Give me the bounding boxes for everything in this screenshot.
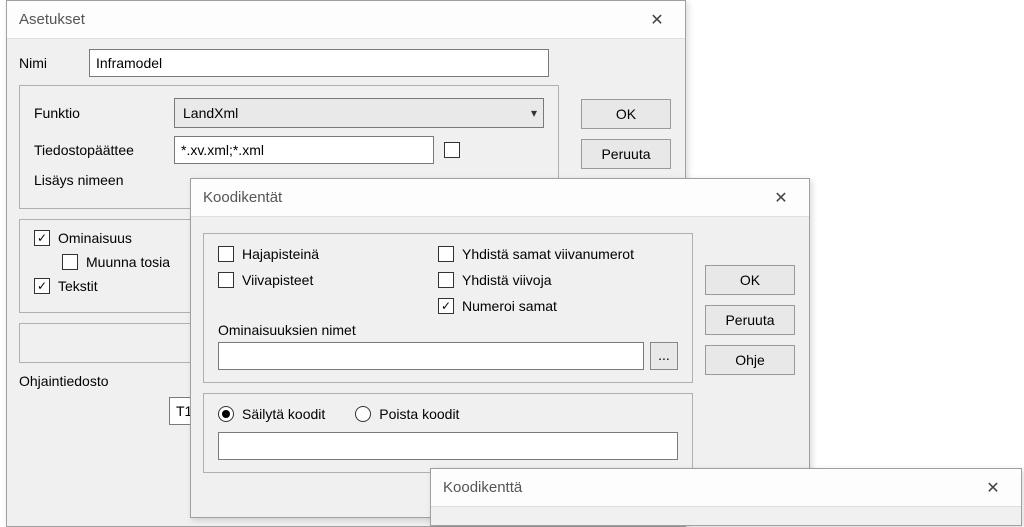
ominaisuuksien-label: Ominaisuuksien nimet bbox=[218, 322, 678, 338]
dialog-title: Koodikenttä bbox=[443, 479, 522, 496]
hajapisteina-checkbox[interactable]: Hajapisteinä bbox=[218, 246, 398, 262]
chevron-down-icon: ▾ bbox=[531, 106, 537, 120]
muunna-label: Muunna tosia bbox=[86, 254, 170, 270]
titlebar: Asetukset ✕ bbox=[7, 1, 685, 39]
titlebar: Koodikentät ✕ bbox=[191, 179, 809, 217]
ominaisuuksien-input[interactable] bbox=[218, 342, 644, 370]
yhdista-viivoja-checkbox[interactable]: Yhdistä viivoja bbox=[438, 272, 634, 288]
cancel-button[interactable]: Peruuta bbox=[705, 305, 795, 335]
ok-button[interactable]: OK bbox=[581, 99, 671, 129]
numeroi-samat-label: Numeroi samat bbox=[462, 298, 557, 314]
poista-radio[interactable]: Poista koodit bbox=[355, 406, 459, 422]
ominaisuus-checkbox[interactable]: ✓ Ominaisuus bbox=[34, 230, 132, 246]
tekstit-label: Tekstit bbox=[58, 278, 98, 294]
addition-label: Lisäys nimeen bbox=[34, 172, 164, 188]
codefield-dialog: Koodikenttä ✕ bbox=[430, 468, 1022, 526]
dialog-title: Asetukset bbox=[19, 11, 85, 28]
function-value: LandXml bbox=[183, 105, 238, 121]
extra-checkbox[interactable] bbox=[444, 142, 460, 158]
poista-label: Poista koodit bbox=[379, 406, 459, 422]
file-ext-input[interactable] bbox=[174, 136, 434, 164]
function-select[interactable]: LandXml ▾ bbox=[174, 98, 544, 128]
dialog-title: Koodikentät bbox=[203, 189, 282, 206]
muunna-checkbox[interactable]: Muunna tosia bbox=[62, 254, 170, 270]
close-icon[interactable]: ✕ bbox=[637, 4, 677, 36]
name-label: Nimi bbox=[19, 55, 79, 71]
ominaisuus-label: Ominaisuus bbox=[58, 230, 132, 246]
browse-button[interactable]: ... bbox=[650, 342, 678, 370]
sailyta-label: Säilytä koodit bbox=[242, 406, 325, 422]
viivapisteet-label: Viivapisteet bbox=[242, 272, 313, 288]
hajapisteina-label: Hajapisteinä bbox=[242, 246, 319, 262]
file-ext-label: Tiedostopäättee bbox=[34, 142, 164, 158]
yhdista-viivoja-label: Yhdistä viivoja bbox=[462, 272, 552, 288]
driverfile-label: Ohjaintiedosto bbox=[19, 373, 149, 389]
tekstit-checkbox[interactable]: ✓ Tekstit bbox=[34, 278, 98, 294]
close-icon[interactable]: ✕ bbox=[973, 472, 1013, 504]
button-column: OK Peruuta Ohje bbox=[705, 265, 795, 375]
cancel-button[interactable]: Peruuta bbox=[581, 139, 671, 169]
ok-button[interactable]: OK bbox=[705, 265, 795, 295]
codefields-dialog: Koodikentät ✕ OK Peruuta Ohje Hajapistei… bbox=[190, 178, 810, 518]
name-input[interactable] bbox=[89, 49, 549, 77]
help-button[interactable]: Ohje bbox=[705, 345, 795, 375]
yhdista-viivanumerot-label: Yhdistä samat viivanumerot bbox=[462, 246, 634, 262]
function-label: Funktio bbox=[34, 105, 164, 121]
yhdista-viivanumerot-checkbox[interactable]: Yhdistä samat viivanumerot bbox=[438, 246, 634, 262]
close-icon[interactable]: ✕ bbox=[761, 182, 801, 214]
numeroi-samat-checkbox[interactable]: ✓ Numeroi samat bbox=[438, 298, 634, 314]
sailyta-radio[interactable]: Säilytä koodit bbox=[218, 406, 325, 422]
codes-input[interactable] bbox=[218, 432, 678, 460]
titlebar: Koodikenttä ✕ bbox=[431, 469, 1021, 507]
viivapisteet-checkbox[interactable]: Viivapisteet bbox=[218, 272, 398, 288]
